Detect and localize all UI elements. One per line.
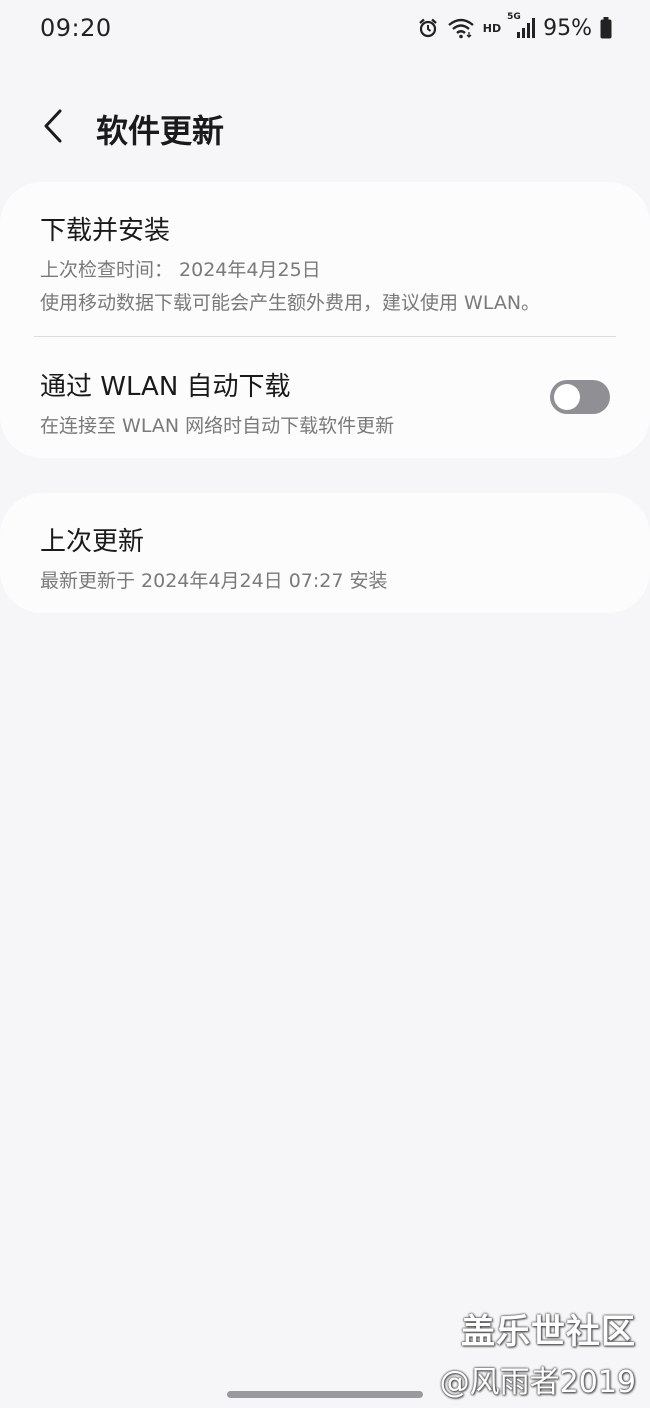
back-button[interactable] xyxy=(30,104,78,152)
auto-download-description: 在连接至 WLAN 网络时自动下载软件更新 xyxy=(40,415,395,437)
auto-download-title: 通过 WLAN 自动下载 xyxy=(40,372,291,402)
home-indicator[interactable] xyxy=(227,1391,423,1398)
last-update-title: 上次更新 xyxy=(40,527,145,557)
alarm-icon xyxy=(417,17,439,39)
divider xyxy=(34,336,616,337)
auto-download-toggle[interactable] xyxy=(550,380,610,414)
chevron-left-icon xyxy=(42,108,66,148)
status-bar: 09:20 HD 5G 95% xyxy=(0,0,650,56)
battery-percent: 95% xyxy=(543,15,592,41)
wifi-icon xyxy=(447,17,475,39)
watermark: 盖乐世社区 @风雨者2019 xyxy=(440,1304,636,1401)
watermark-user: @风雨者2019 xyxy=(439,1365,636,1400)
page-title: 软件更新 xyxy=(96,112,225,150)
hd-label: HD xyxy=(482,21,502,35)
last-update-item[interactable]: 上次更新 最新更新于 2024年4月24日 07:27 安装 xyxy=(40,521,388,593)
auto-download-item[interactable]: 通过 WLAN 自动下载 在连接至 WLAN 网络时自动下载软件更新 xyxy=(40,366,394,438)
watermark-community: 盖乐世社区 xyxy=(461,1312,636,1352)
download-settings-card: 下载并安装 上次检查时间： 2024年4月25日 使用移动数据下载可能会产生额外… xyxy=(0,182,650,458)
download-install-title: 下载并安装 xyxy=(40,216,171,246)
download-install-item[interactable]: 下载并安装 上次检查时间： 2024年4月25日 使用移动数据下载可能会产生额外… xyxy=(40,210,540,315)
status-icons: HD 5G 95% xyxy=(417,12,612,42)
page-header: 软件更新 xyxy=(0,90,650,170)
last-update-description: 最新更新于 2024年4月24日 07:27 安装 xyxy=(40,570,388,592)
mobile-data-notice: 使用移动数据下载可能会产生额外费用，建议使用 WLAN。 xyxy=(40,292,541,314)
status-time: 09:20 xyxy=(40,14,112,42)
battery-icon xyxy=(600,17,612,39)
last-check-time: 上次检查时间： 2024年4月25日 xyxy=(40,259,321,281)
toggle-knob xyxy=(554,384,580,410)
signal-icon: 5G xyxy=(507,12,536,40)
last-update-card: 上次更新 最新更新于 2024年4月24日 07:27 安装 xyxy=(0,493,650,613)
